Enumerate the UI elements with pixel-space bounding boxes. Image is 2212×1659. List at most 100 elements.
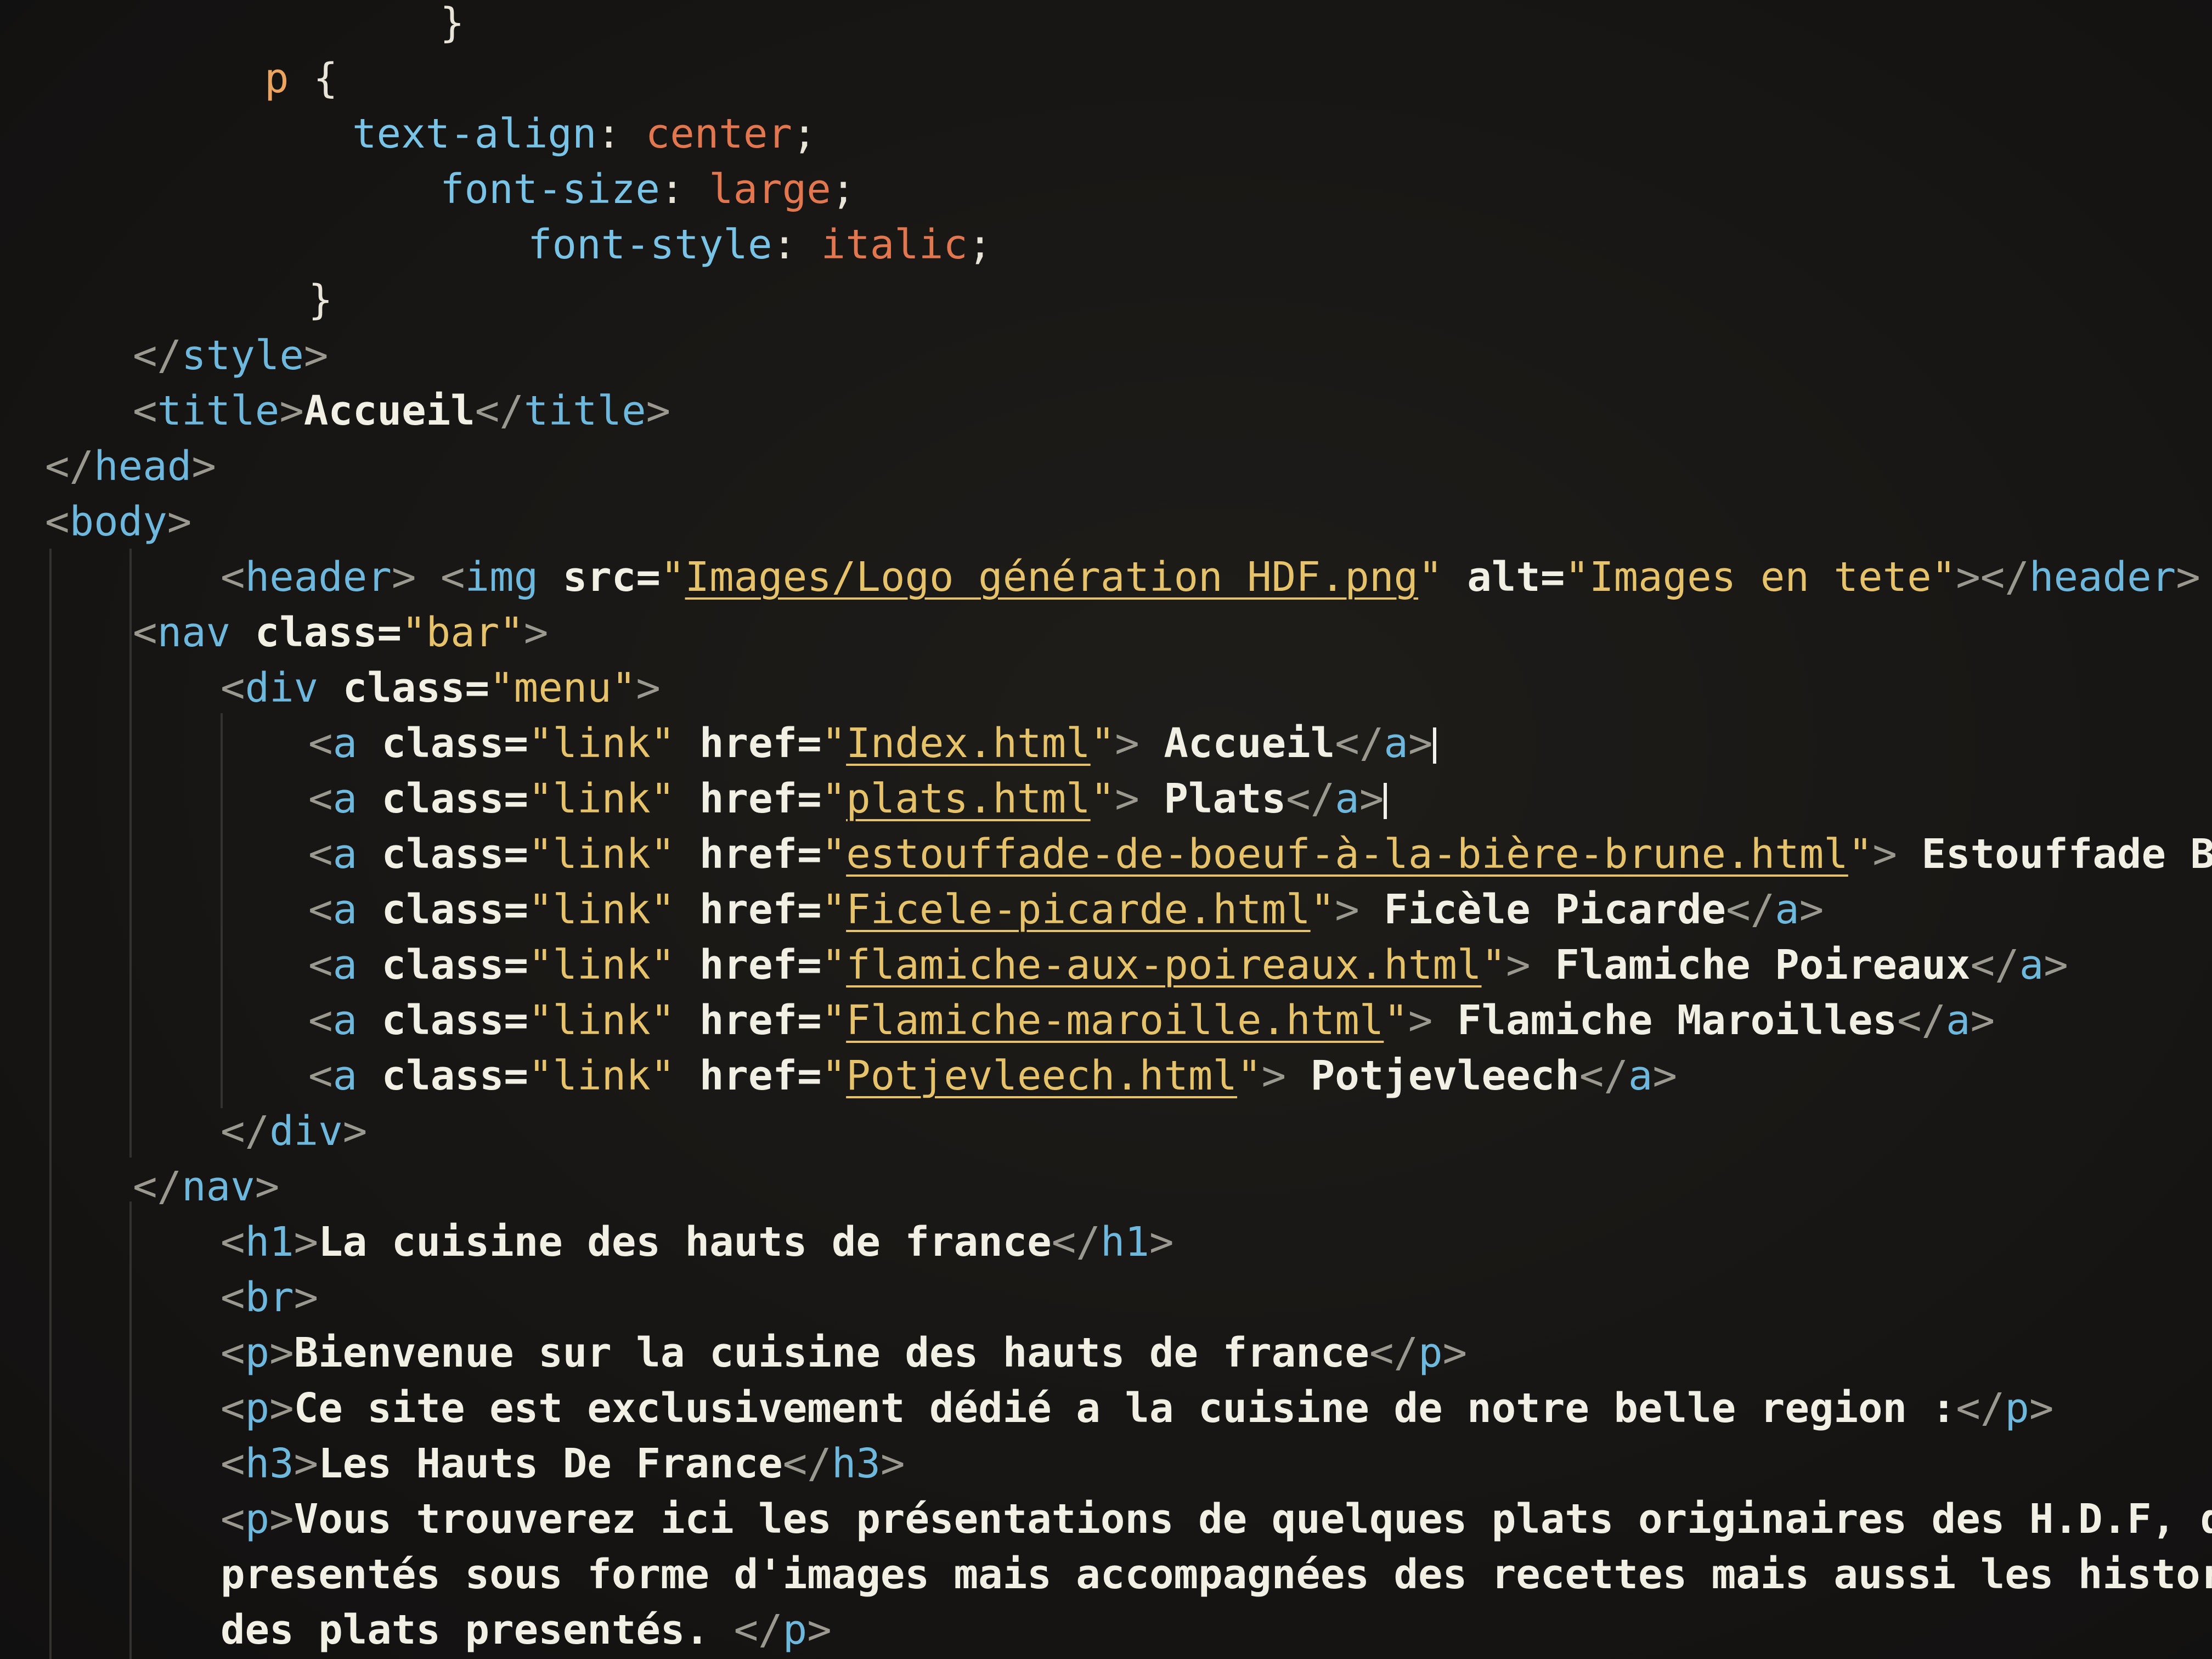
code-line[interactable]: <a class="link" href="Ficele-picarde.htm… — [308, 882, 1824, 938]
code-token: h3 — [831, 1440, 881, 1487]
code-token: a — [2019, 941, 2044, 989]
code-line[interactable]: </head> — [45, 439, 216, 494]
code-token: </ — [1956, 1385, 2005, 1432]
code-line[interactable]: <p>Vous trouverez ici les présentations … — [221, 1492, 2212, 1547]
code-token: < — [45, 498, 70, 545]
code-line[interactable]: <a class="link" href="flamiche-aux-poire… — [308, 938, 2068, 993]
code-token: href= — [675, 1052, 822, 1099]
code-line[interactable]: <a class="link" href="Index.html"> Accue… — [308, 716, 1436, 771]
code-line[interactable]: <a class="link" href="estouffade-de-boeu… — [308, 827, 2212, 882]
code-line[interactable]: <body> — [45, 494, 191, 550]
code-token: header — [2029, 554, 2176, 601]
code-token: h3 — [245, 1440, 294, 1487]
code-token: br — [245, 1274, 294, 1321]
code-token: Les Hauts De France — [318, 1440, 783, 1487]
code-token: ></ — [1956, 554, 2029, 601]
code-token: header — [245, 554, 392, 601]
code-token: body — [69, 498, 167, 545]
code-token: ; — [792, 110, 817, 157]
code-token: > — [1115, 775, 1164, 822]
code-token: > — [2176, 554, 2200, 601]
code-line[interactable]: font-size: large; — [440, 162, 855, 217]
code-token: " — [1237, 1052, 1262, 1099]
code-token: </ — [1369, 1329, 1419, 1376]
code-line[interactable]: <h1>La cuisine des hauts de france</h1> — [221, 1215, 1174, 1270]
code-token: a — [332, 831, 358, 878]
code-line[interactable]: } — [440, 0, 465, 51]
code-token: > — [303, 332, 329, 379]
code-line[interactable]: <p>Ce site est exclusivement dédié a la … — [221, 1381, 2053, 1436]
code-token: ; — [831, 166, 856, 213]
code-line[interactable]: <title>Accueil</title> — [133, 383, 670, 439]
code-line[interactable]: } — [308, 273, 333, 328]
code-line[interactable]: <div class="menu"> — [221, 661, 661, 716]
code-token: href= — [675, 886, 822, 933]
code-line[interactable]: p { — [264, 51, 338, 106]
code-token: class= — [357, 831, 528, 878]
code-line[interactable]: <a class="link" href="Flamiche-maroille.… — [308, 993, 1995, 1048]
code-token: < — [308, 831, 333, 878]
code-token: " — [821, 997, 847, 1044]
code-token: a — [332, 997, 358, 1044]
code-token: class= — [357, 775, 528, 822]
code-token: p — [2005, 1385, 2029, 1432]
code-token: </ — [733, 1606, 783, 1654]
code-line[interactable]: </style> — [133, 328, 328, 383]
code-line[interactable]: </nav> — [133, 1159, 279, 1215]
indent-guide — [129, 549, 132, 1158]
code-line[interactable]: </div> — [221, 1104, 367, 1159]
code-line[interactable]: <a class="link" href="Potjevleech.html">… — [308, 1048, 1677, 1104]
code-token: > — [1261, 1052, 1311, 1099]
code-token: > — [1408, 720, 1433, 767]
code-token: href= — [675, 831, 822, 878]
code-token: a — [332, 1052, 358, 1099]
code-token: La cuisine des hauts de france — [318, 1218, 1052, 1266]
code-token: < — [221, 554, 245, 601]
code-editor[interactable]: } p { text-align: center; font-size: large;… — [0, 0, 2212, 1659]
code-token: > — [1970, 997, 1995, 1044]
code-line[interactable]: <header> <img src="Images/Logo génératio… — [221, 550, 2200, 605]
code-token: > — [391, 554, 416, 601]
code-token: p — [782, 1606, 808, 1654]
code-token: > — [342, 1108, 368, 1155]
code-token: > — [880, 1440, 905, 1487]
code-line[interactable]: text-align: center; — [352, 106, 817, 162]
code-token: " — [821, 831, 847, 878]
code-token: > — [191, 443, 216, 490]
code-token: Ficèle Picarde — [1384, 886, 1726, 933]
code-line[interactable]: <a class="link" href="plats.html"> Plats… — [308, 771, 1387, 827]
code-token: " — [1418, 554, 1443, 601]
code-token: Ficele-picarde.html — [846, 886, 1311, 933]
code-token: class= — [318, 664, 490, 712]
code-token: a — [332, 886, 358, 933]
code-line[interactable]: des plats presentés. </p> — [221, 1602, 832, 1658]
code-token: < — [221, 1385, 245, 1432]
code-line[interactable]: <br> — [221, 1270, 318, 1325]
code-token: " — [1384, 997, 1408, 1044]
code-token: > — [255, 1163, 280, 1210]
code-token: "link" — [528, 831, 675, 878]
code-line[interactable]: <p>Bienvenue sur la cuisine des hauts de… — [221, 1325, 1467, 1381]
code-token: div — [269, 1108, 343, 1155]
code-line[interactable]: presentés sous forme d'images mais accom… — [221, 1547, 2212, 1602]
code-token: </ — [1051, 1218, 1101, 1266]
code-line[interactable]: font-style: italic; — [528, 217, 992, 273]
code-token: h1 — [1100, 1218, 1150, 1266]
code-token: </ — [221, 1108, 270, 1155]
code-token: Flamiche-maroille.html — [846, 997, 1384, 1044]
code-token: "Images en tete" — [1565, 554, 1956, 601]
code-token: </ — [1579, 1052, 1628, 1099]
code-token: a — [1775, 886, 1799, 933]
code-token: > — [1115, 720, 1164, 767]
code-token: : — [596, 110, 646, 157]
code-token: > — [167, 498, 192, 545]
code-token: < — [133, 609, 157, 656]
code-token: a — [1946, 997, 1971, 1044]
code-token: " — [821, 720, 847, 767]
code-token: > — [1335, 886, 1384, 933]
code-token: > — [279, 387, 304, 435]
code-line[interactable]: <nav class="bar"> — [133, 605, 548, 661]
code-token: " — [1310, 886, 1335, 933]
code-token: p — [264, 55, 289, 102]
code-line[interactable]: <h3>Les Hauts De France</h3> — [221, 1436, 905, 1492]
